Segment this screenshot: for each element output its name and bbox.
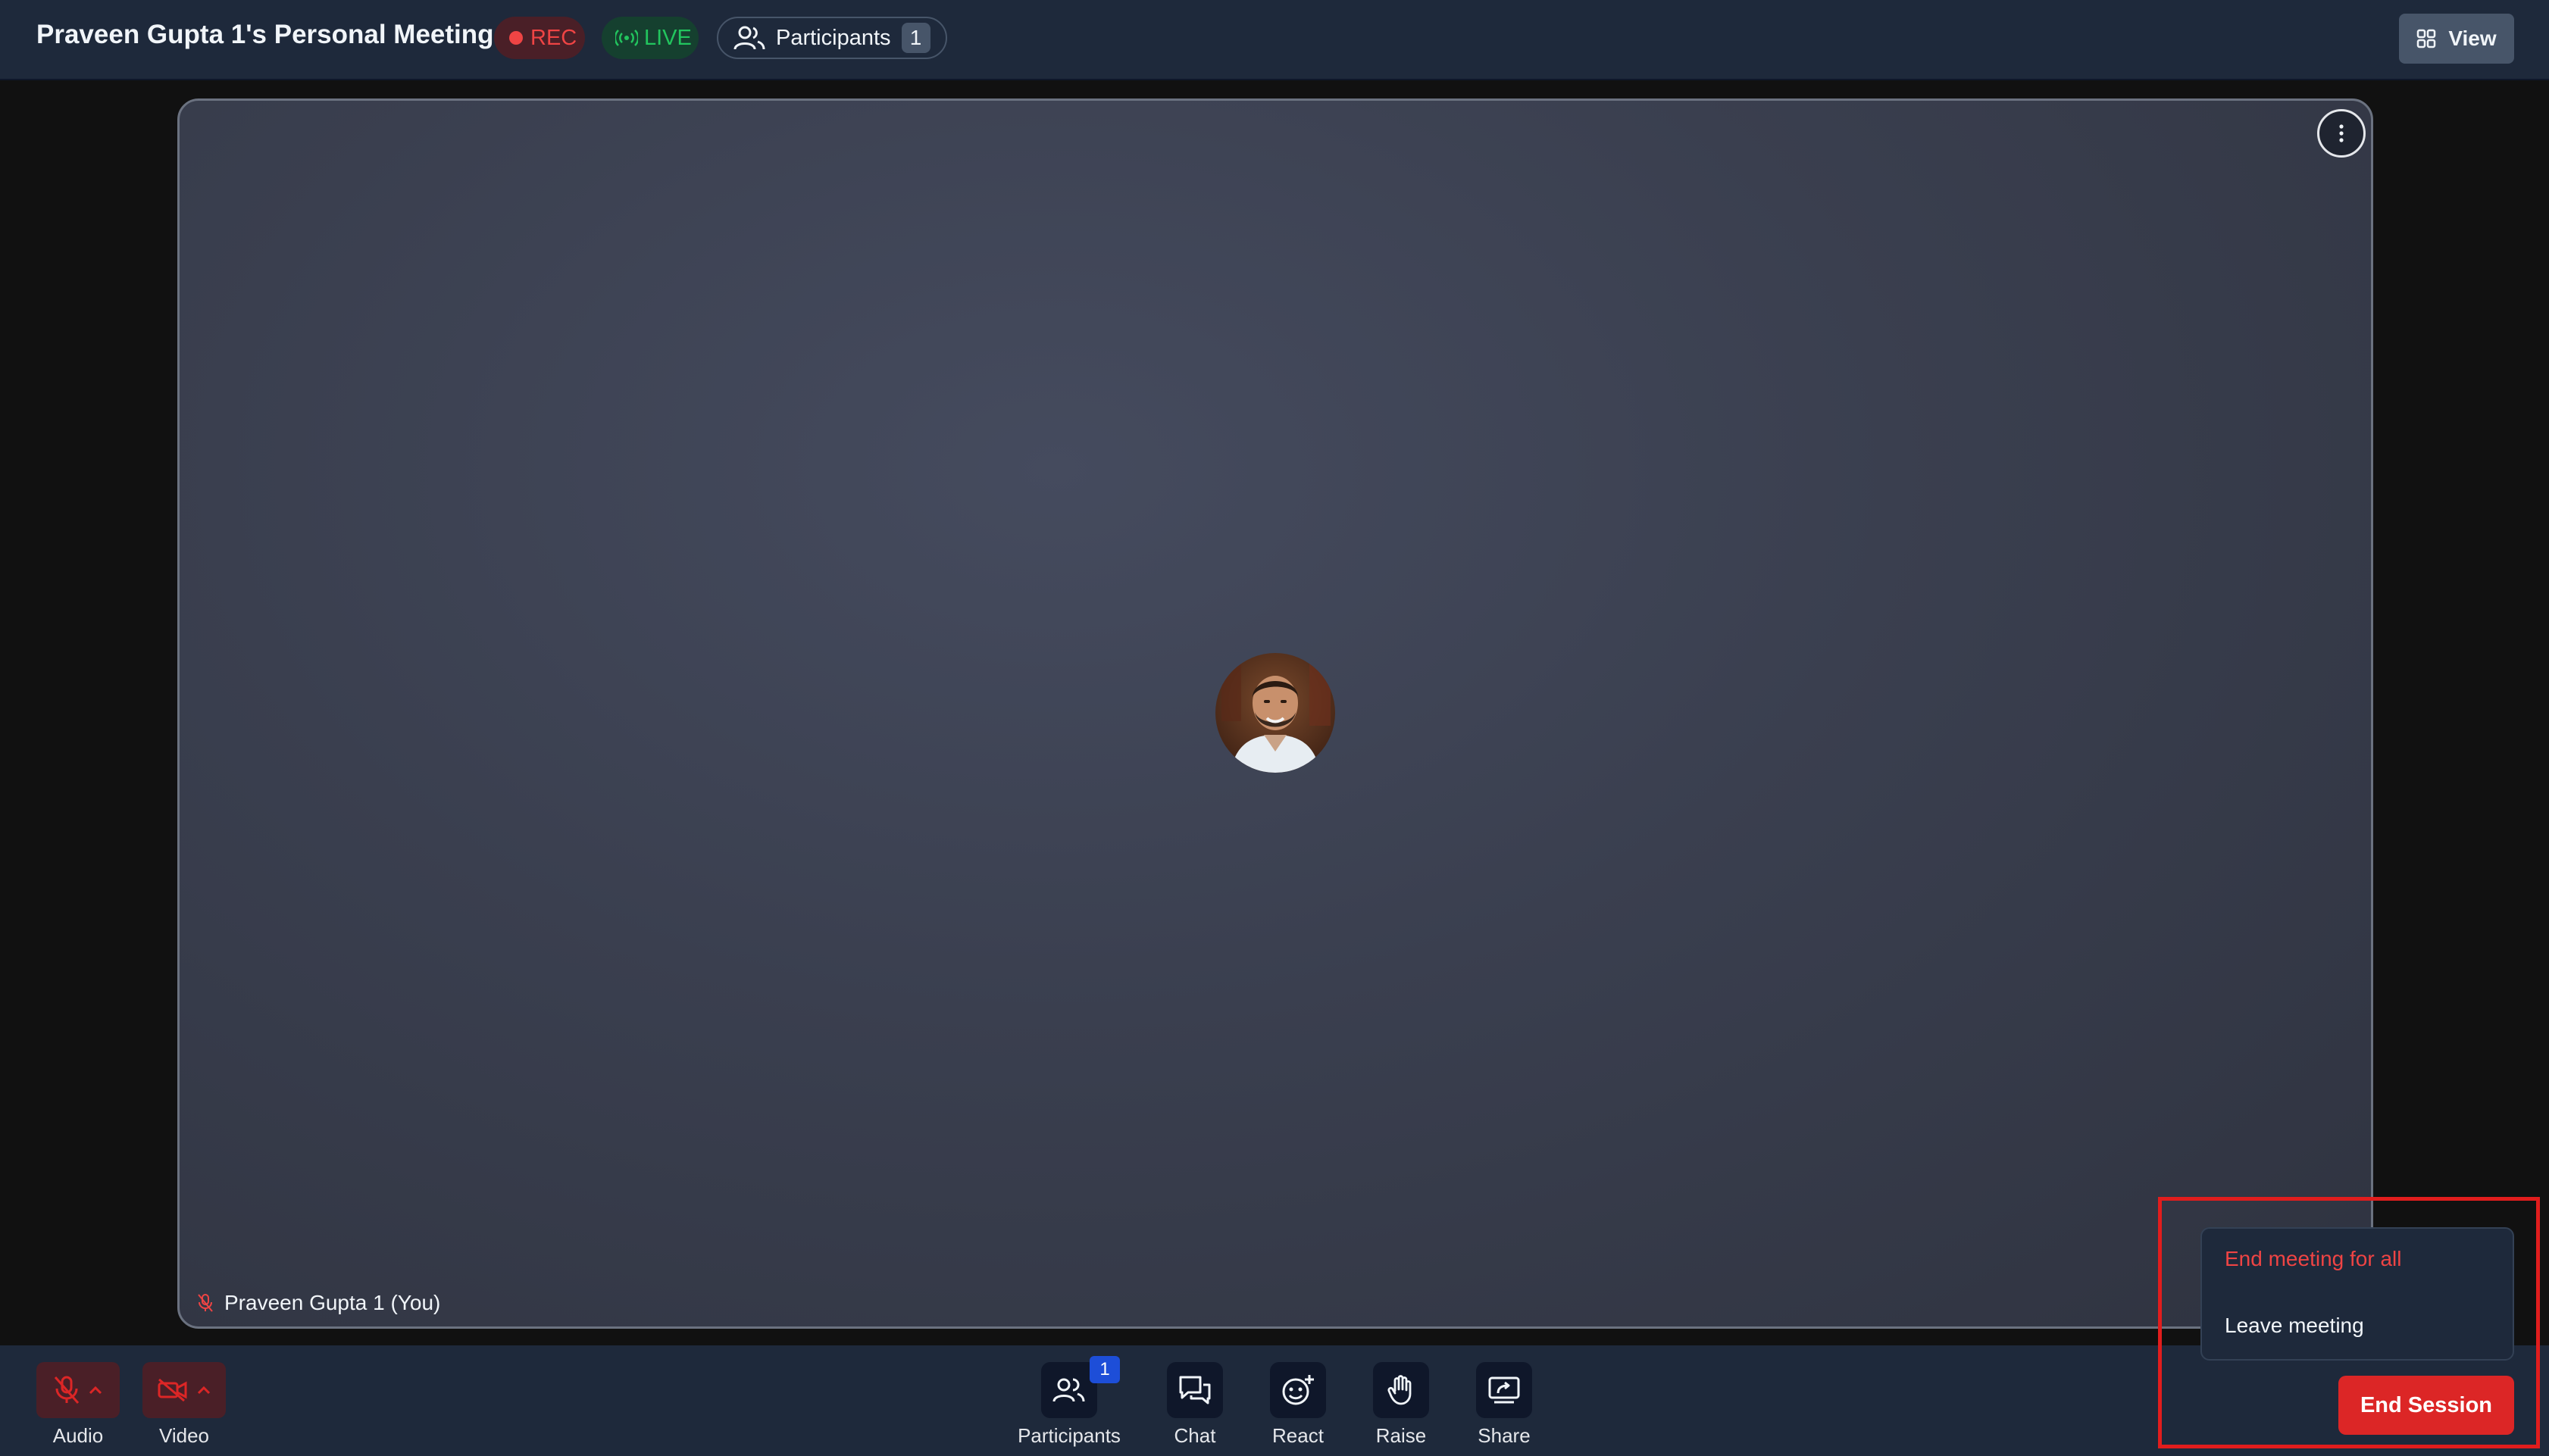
view-label: View <box>2448 27 2497 50</box>
tile-options-button[interactable] <box>2317 109 2366 158</box>
broadcast-icon <box>615 30 638 46</box>
participants-count-badge: 1 <box>1090 1356 1120 1383</box>
video-label: Video <box>158 1424 210 1447</box>
share-screen-icon <box>1488 1376 1520 1404</box>
users-icon <box>733 26 765 50</box>
share-screen-button[interactable] <box>1476 1362 1532 1418</box>
video-off-icon <box>158 1378 187 1402</box>
emoji-add-icon <box>1282 1375 1314 1405</box>
hand-icon <box>1387 1375 1412 1405</box>
mic-off-icon <box>54 1376 80 1404</box>
chat-icon <box>1179 1376 1211 1404</box>
live-label: LIVE <box>644 25 692 50</box>
more-vertical-icon <box>2339 124 2344 142</box>
participants-header-button[interactable]: Participants 1 <box>717 17 947 59</box>
share-label: Share <box>1478 1424 1531 1447</box>
recording-dot-icon <box>509 31 523 45</box>
live-badge: LIVE <box>602 17 699 59</box>
participants-label: Participants <box>1018 1424 1121 1447</box>
leave-meeting-item[interactable]: Leave meeting <box>2225 1314 2364 1338</box>
participant-name: Praveen Gupta 1 (You) <box>224 1291 441 1314</box>
participants-button[interactable] <box>1041 1362 1097 1418</box>
chat-label: Chat <box>1174 1424 1216 1447</box>
end-session-menu: End meeting for all Leave meeting <box>2200 1227 2514 1361</box>
chevron-up-icon[interactable] <box>88 1385 103 1395</box>
end-session-button[interactable]: End Session <box>2338 1376 2514 1435</box>
audio-label: Audio <box>52 1424 104 1447</box>
recording-label: REC <box>530 25 577 50</box>
meeting-header: Praveen Gupta 1's Personal Meeting REC L… <box>0 0 2549 80</box>
participant-avatar <box>1215 653 1335 773</box>
chat-button[interactable] <box>1167 1362 1223 1418</box>
video-button[interactable] <box>142 1362 226 1418</box>
chevron-up-icon[interactable] <box>196 1385 211 1395</box>
react-label: React <box>1272 1424 1324 1447</box>
participants-header-label: Participants <box>776 25 891 50</box>
meeting-title: Praveen Gupta 1's Personal Meeting <box>36 20 494 49</box>
react-button[interactable] <box>1270 1362 1326 1418</box>
grid-icon <box>2417 29 2436 48</box>
raise-label: Raise <box>1375 1424 1427 1447</box>
view-button[interactable]: View <box>2399 14 2514 64</box>
end-meeting-for-all-item[interactable]: End meeting for all <box>2225 1247 2401 1271</box>
mic-off-icon <box>198 1294 213 1312</box>
audio-button[interactable] <box>36 1362 120 1418</box>
users-icon <box>1052 1378 1085 1402</box>
raise-hand-button[interactable] <box>1373 1362 1429 1418</box>
participant-name-label: Praveen Gupta 1 (You) <box>197 1288 440 1318</box>
participants-count-badge: 1 <box>901 23 930 53</box>
recording-badge: REC <box>494 17 585 59</box>
